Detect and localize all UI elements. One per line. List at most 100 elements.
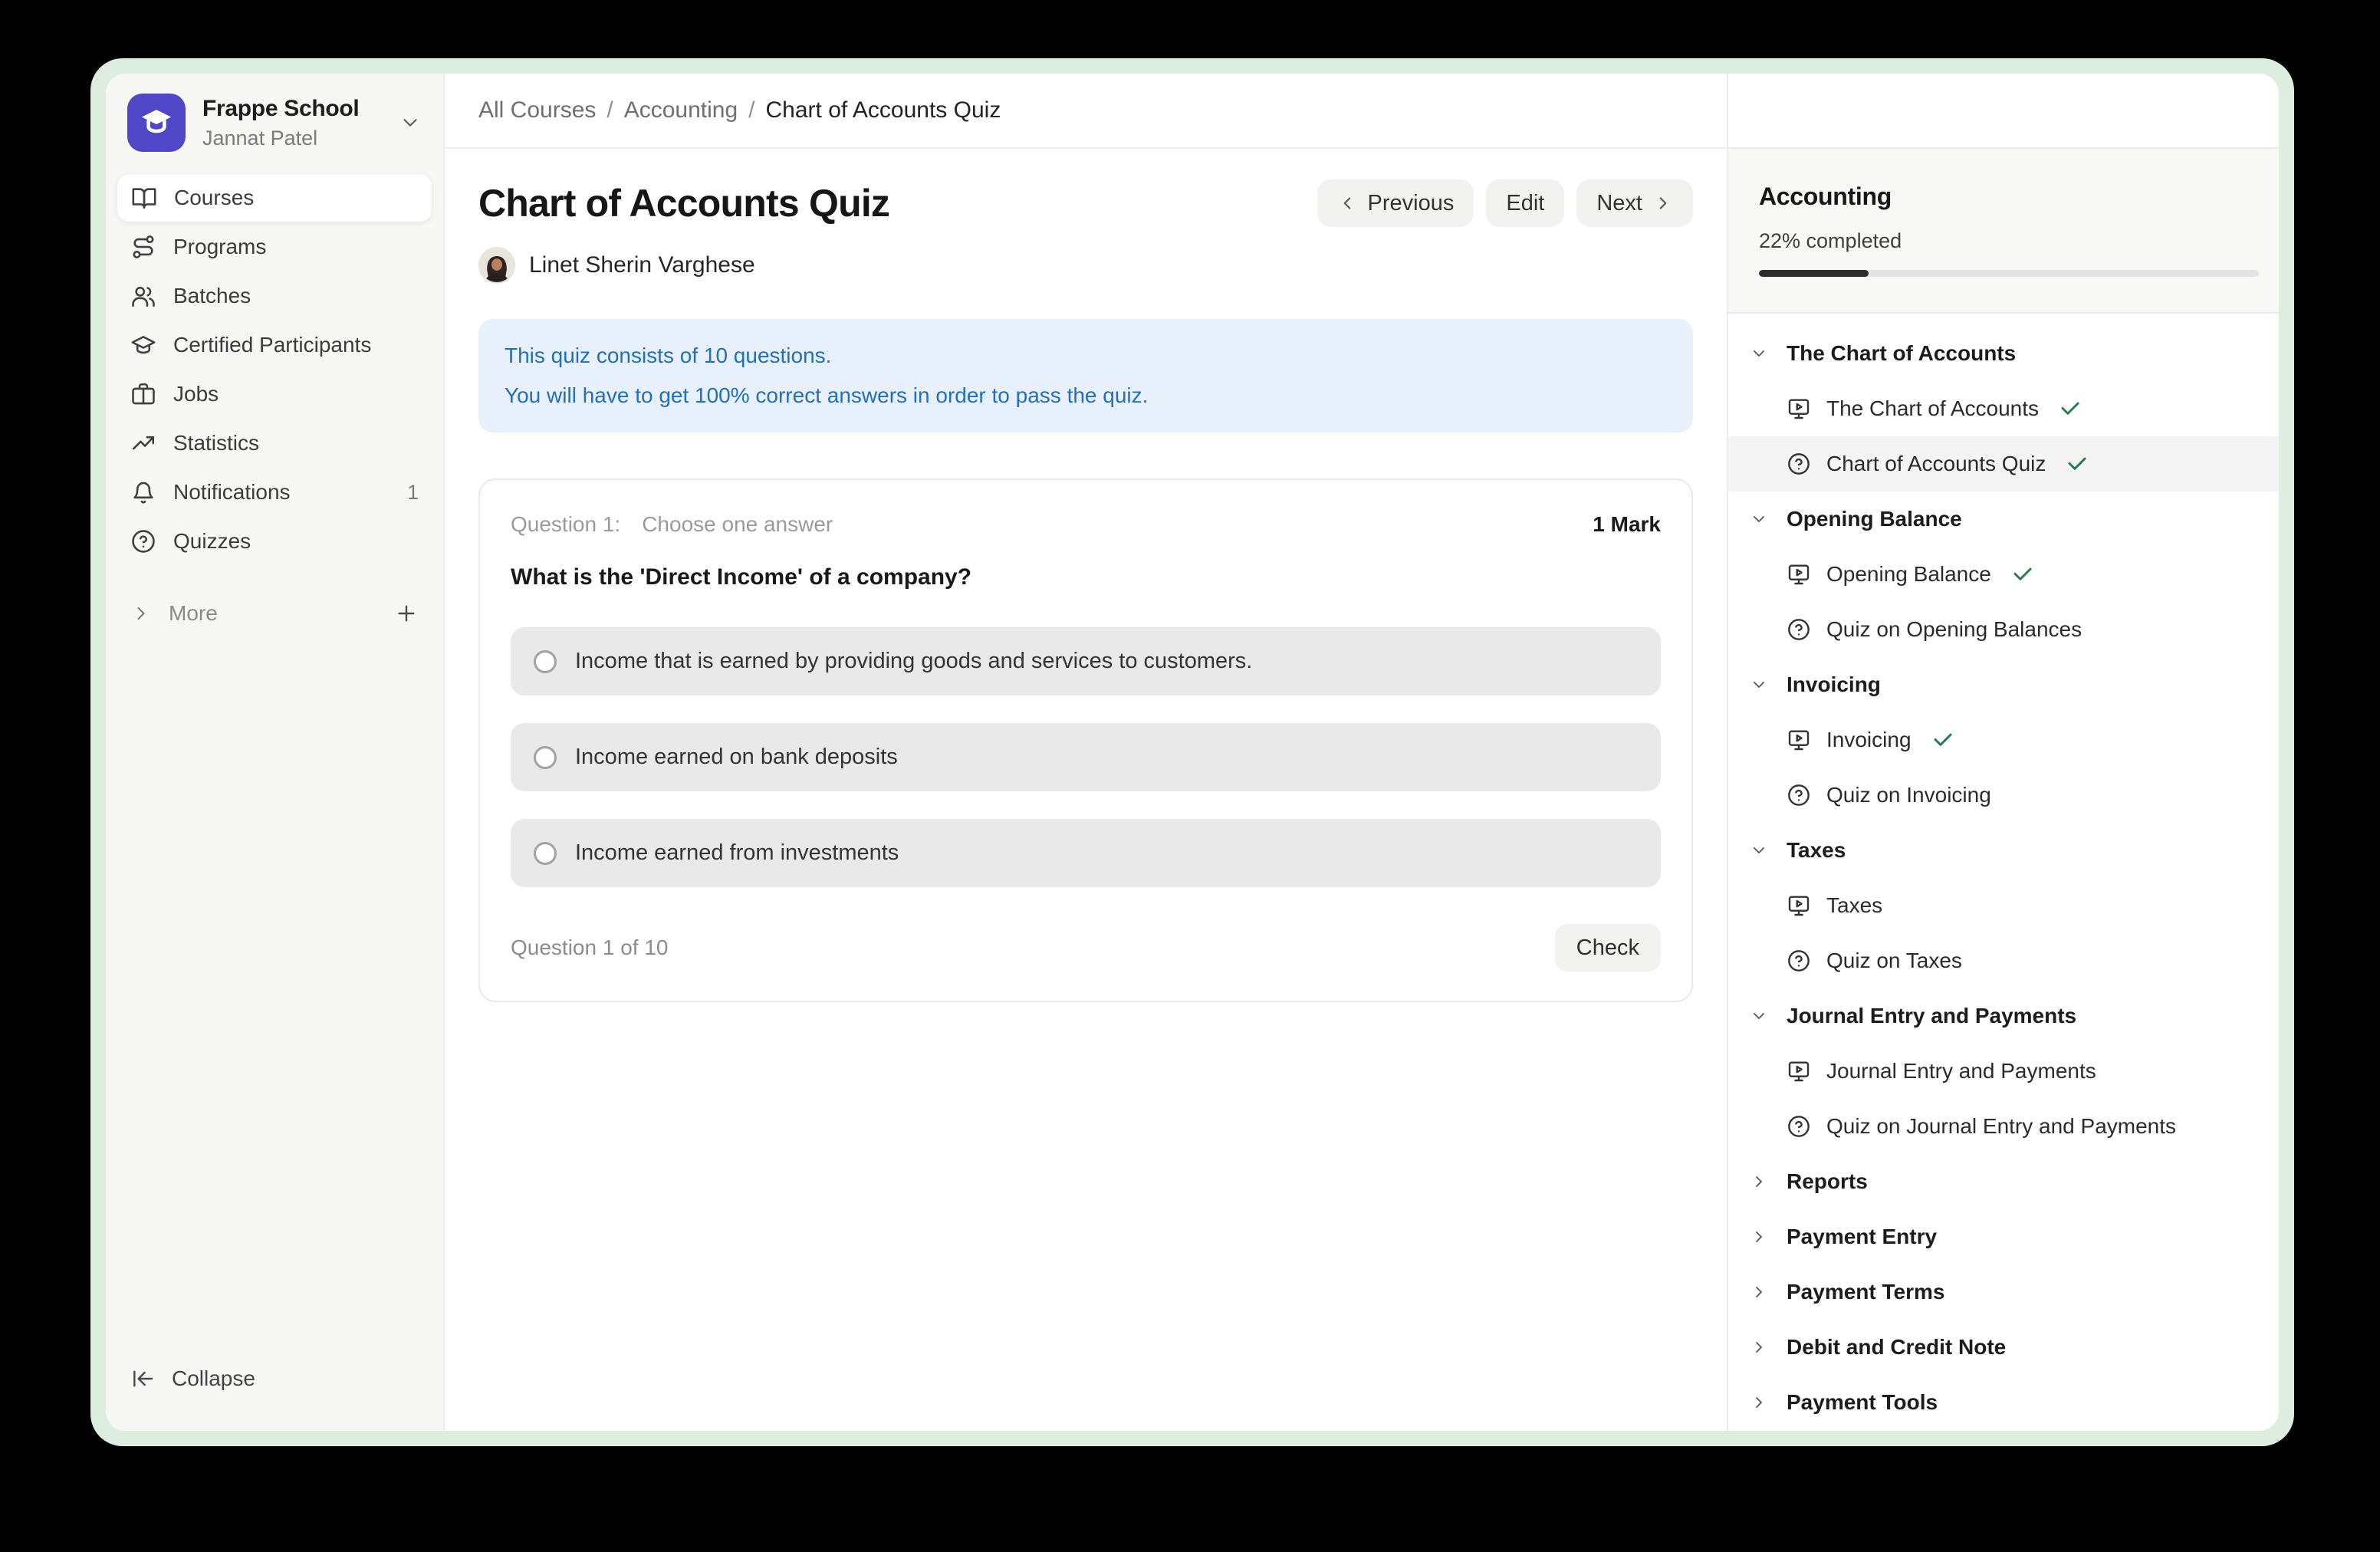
chapter-reports[interactable]: Reports [1728,1154,2279,1209]
trending-up-icon [130,430,156,456]
chapter-title: Payment Terms [1787,1280,1944,1304]
sidebar-item-notifications[interactable]: Notifications1 [117,468,432,517]
app-window-frame: Frappe School Jannat Patel CoursesProgra… [90,58,2294,1446]
lesson-quiz-on-opening-balances[interactable]: Quiz on Opening Balances [1728,602,2279,657]
answer-option-1[interactable]: Income that is earned by providing goods… [511,627,1661,695]
chapter-payment-entry[interactable]: Payment Entry [1728,1209,2279,1264]
avatar [478,247,515,284]
quiz-card: Question 1: Choose one answer 1 Mark Wha… [478,478,1693,1002]
sidebar-item-quizzes[interactable]: Quizzes [117,517,432,566]
lesson-taxes[interactable]: Taxes [1728,878,2279,933]
question-meta: Question 1: Choose one answer 1 Mark [511,512,1661,537]
chapter-debit-and-credit-note[interactable]: Debit and Credit Note [1728,1320,2279,1375]
outline-header: Accounting 22% completed [1728,149,2279,314]
page-actions: Previous Edit Next [1317,179,1693,227]
lesson-quiz-on-taxes[interactable]: Quiz on Taxes [1728,933,2279,988]
workspace-text: Frappe School Jannat Patel [202,96,359,150]
radio-button[interactable] [534,650,557,673]
sidebar-item-jobs[interactable]: Jobs [117,370,432,419]
monitor-play-icon [1787,1059,1811,1083]
bell-icon [130,479,156,505]
sidebar-spacer [117,638,432,1354]
chapter-title: The Chart of Accounts [1787,341,2016,366]
frappe-school-logo [127,94,186,152]
workspace-user: Jannat Patel [202,127,359,150]
check-icon [2011,563,2034,586]
sidebar-item-courses[interactable]: Courses [117,173,432,222]
notice-line-1: This quiz consists of 10 questions. [505,342,1667,370]
chapter-title: Invoicing [1787,672,1881,697]
lesson-the-chart-of-accounts[interactable]: The Chart of Accounts [1728,381,2279,436]
chevron-right-icon [1750,1228,1768,1246]
route-icon [130,234,156,260]
radio-button[interactable] [534,746,557,769]
chevron-right-icon [1653,193,1673,213]
sidebar-item-certified-participants[interactable]: Certified Participants [117,321,432,370]
sidebar-item-statistics[interactable]: Statistics [117,419,432,468]
desktop-background: Frappe School Jannat Patel CoursesProgra… [0,0,2380,1552]
monitor-play-icon [1787,396,1811,421]
chapter-title: Opening Balance [1787,507,1962,531]
chevron-right-icon [1750,1283,1768,1301]
lesson-title: The Chart of Accounts [1826,396,2039,421]
sidebar-item-more[interactable]: More [117,589,432,638]
chapter-opening-balance[interactable]: Opening Balance [1728,492,2279,547]
previous-label: Previous [1368,191,1455,216]
lesson-title: Taxes [1826,893,1882,918]
workspace-switcher[interactable]: Frappe School Jannat Patel [117,94,432,152]
question-text: What is the 'Direct Income' of a company… [511,564,1661,590]
lesson-chart-of-accounts-quiz[interactable]: Chart of Accounts Quiz [1728,436,2279,492]
chevron-down-icon[interactable] [399,111,422,134]
answer-option-label: Income that is earned by providing goods… [575,649,1252,674]
answer-option-2[interactable]: Income earned on bank deposits [511,723,1661,791]
progress-label: 22% completed [1759,229,2248,253]
chapter-taxes[interactable]: Taxes [1728,823,2279,878]
previous-button[interactable]: Previous [1317,179,1474,227]
chapter-the-chart-of-accounts[interactable]: The Chart of Accounts [1728,326,2279,381]
book-open-icon [131,185,157,211]
answer-option-3[interactable]: Income earned from investments [511,819,1661,887]
lesson-title: Journal Entry and Payments [1826,1059,2096,1083]
more-label: More [169,601,218,626]
collapse-icon [130,1366,155,1391]
help-circle-icon [1787,783,1811,807]
chapter-journal-entry-and-payments[interactable]: Journal Entry and Payments [1728,988,2279,1044]
breadcrumb-item-1[interactable]: All Courses [478,97,596,123]
sidebar-item-label: Batches [173,284,251,308]
chapter-invoicing[interactable]: Invoicing [1728,657,2279,712]
lesson-quiz-on-journal-entry-and-payments[interactable]: Quiz on Journal Entry and Payments [1728,1099,2279,1154]
check-button[interactable]: Check [1555,924,1661,972]
check-icon [1931,728,1954,751]
answer-option-label: Income earned from investments [575,840,899,866]
lesson-opening-balance[interactable]: Opening Balance [1728,547,2279,602]
chapter-title: Reports [1787,1169,1868,1194]
breadcrumb-item-2[interactable]: Accounting [624,97,738,123]
edit-label: Edit [1506,191,1544,216]
notice-line-2: You will have to get 100% correct answer… [505,382,1667,409]
collapse-sidebar-button[interactable]: Collapse [117,1354,432,1403]
radio-button[interactable] [534,842,557,865]
sidebar-item-batches[interactable]: Batches [117,271,432,321]
lesson-title: Quiz on Invoicing [1826,783,1991,807]
edit-button[interactable]: Edit [1486,179,1564,227]
question-marks: 1 Mark [1593,512,1661,537]
graduation-cap-icon [136,103,176,143]
chapter-payment-tools[interactable]: Payment Tools [1728,1375,2279,1430]
chevron-right-icon [130,603,152,624]
chevron-left-icon [1337,193,1357,213]
collapse-label: Collapse [172,1366,255,1391]
chevron-down-icon [1750,1007,1768,1025]
title-row: Chart of Accounts Quiz Previous Edit Nex… [478,179,1693,227]
lesson-invoicing[interactable]: Invoicing [1728,712,2279,768]
chapter-payment-terms[interactable]: Payment Terms [1728,1264,2279,1320]
sidebar-item-programs[interactable]: Programs [117,222,432,271]
monitor-play-icon [1787,728,1811,752]
lesson-quiz-on-invoicing[interactable]: Quiz on Invoicing [1728,768,2279,823]
help-circle-icon [1787,617,1811,642]
sidebar-item-label: Certified Participants [173,333,371,357]
next-button[interactable]: Next [1576,179,1693,227]
progress-bar [1759,270,2259,277]
lesson-journal-entry-and-payments[interactable]: Journal Entry and Payments [1728,1044,2279,1099]
plus-icon[interactable] [394,601,419,626]
sidebar-item-label: Notifications [173,480,291,505]
